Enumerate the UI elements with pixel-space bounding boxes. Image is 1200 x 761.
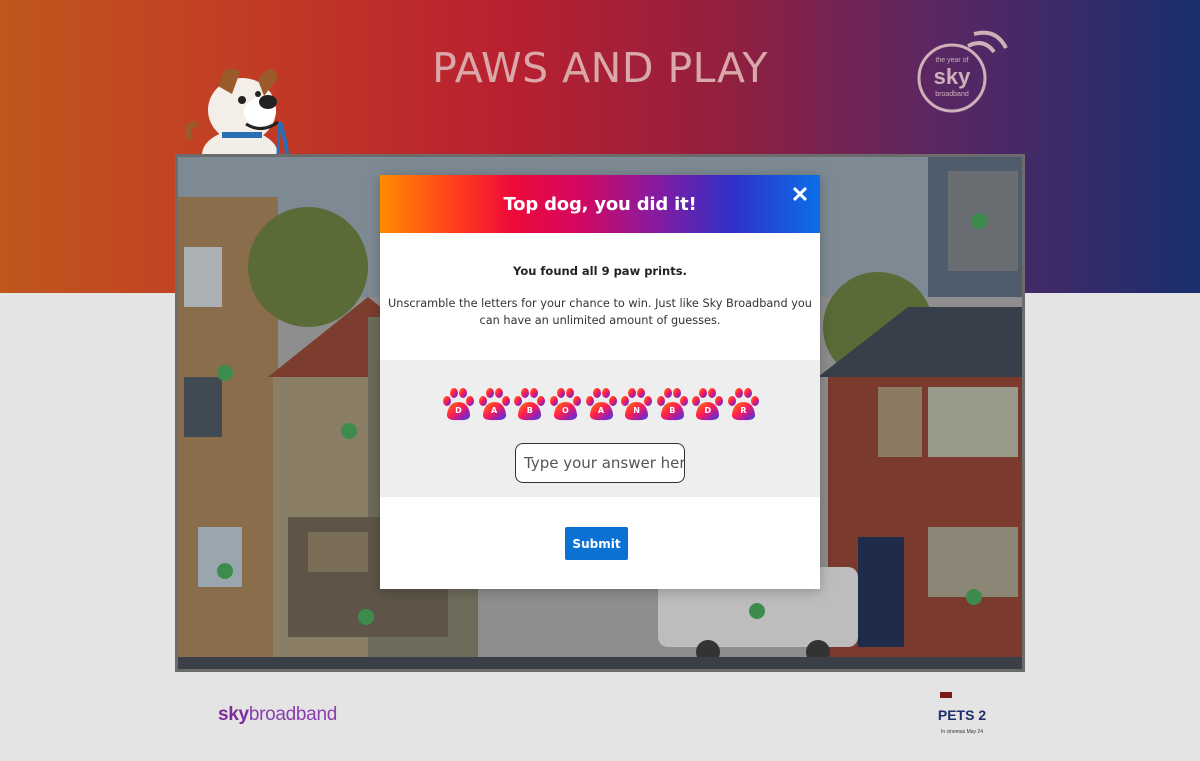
modal-message: You found all 9 paw prints. Unscramble t…: [380, 233, 820, 329]
svg-text:In cinemas May 24: In cinemas May 24: [941, 729, 983, 735]
svg-text:the year of: the year of: [935, 57, 968, 64]
success-modal: Top dog, you did it! ✕ You found all 9 p…: [380, 175, 820, 589]
paw-letter: N: [633, 406, 640, 415]
paw-letter-tile: B: [656, 388, 689, 422]
paw-letter-tile: O: [549, 388, 582, 422]
puzzle-area: DABOANBDR: [380, 360, 820, 497]
paw-letter: D: [455, 406, 462, 415]
found-text: You found all 9 paw prints.: [513, 264, 687, 278]
page-title: PAWS AND PLAY: [432, 44, 768, 92]
svg-text:sky: sky: [934, 64, 971, 89]
instructions-text: Unscramble the letters for your chance t…: [388, 297, 812, 327]
close-icon[interactable]: ✕: [790, 184, 810, 206]
paw-letter-tile: A: [478, 388, 511, 422]
sky-broadband-logo: skybroadband: [218, 704, 337, 725]
paw-letter-tile: A: [585, 388, 618, 422]
pets2-logo-icon: PETS 2 In cinemas May 24: [938, 692, 986, 735]
modal-header: Top dog, you did it! ✕: [380, 175, 820, 233]
paw-letter-tile: N: [620, 388, 653, 422]
paw-letter: D: [704, 406, 712, 415]
svg-text:broadband: broadband: [935, 91, 969, 98]
paw-letter-tile: D: [442, 388, 475, 422]
sky-broadband-roundel-icon: the year of sky broadband: [917, 30, 1008, 113]
paw-letter-tile: B: [513, 388, 546, 422]
paw-letter: O: [561, 406, 569, 415]
paw-letter: A: [491, 406, 498, 415]
answer-input[interactable]: [515, 443, 685, 483]
paw-letter-tile: D: [691, 388, 724, 422]
paw-letter: B: [669, 406, 676, 415]
paw-letter: R: [740, 406, 747, 415]
paw-letter-tile: R: [727, 388, 760, 422]
paw-letter: A: [597, 406, 605, 415]
scrambled-letters: DABOANBDR: [442, 388, 760, 422]
submit-button[interactable]: Submit: [565, 527, 628, 560]
paw-letter: B: [526, 406, 533, 415]
modal-title: Top dog, you did it!: [503, 193, 697, 215]
svg-text:PETS 2: PETS 2: [938, 707, 986, 723]
